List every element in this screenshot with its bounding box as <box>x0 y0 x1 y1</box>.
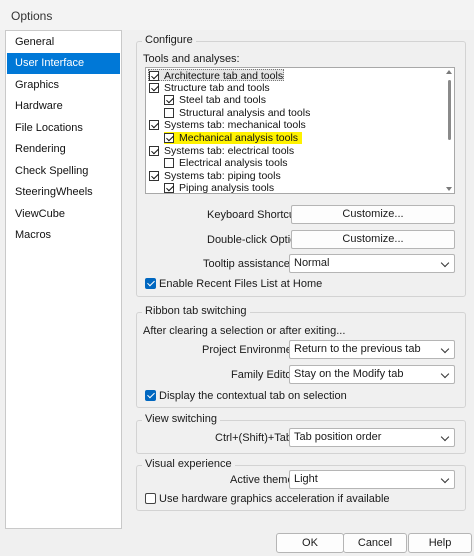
family-editor-dropdown[interactable]: Stay on the Modify tab <box>289 365 455 384</box>
ribbon-subtitle: After clearing a selection or after exit… <box>143 325 346 337</box>
contextual-tab-checkbox[interactable] <box>145 390 156 401</box>
tree-item-structure[interactable]: Structure tab and tools <box>149 82 270 94</box>
checkbox-icon[interactable] <box>164 183 174 193</box>
sidebar-item-steeringwheels[interactable]: SteeringWheels <box>7 182 120 203</box>
tree-item-architecture[interactable]: Architecture tab and tools <box>148 69 285 82</box>
ok-button[interactable]: OK <box>276 533 344 553</box>
tree-item-systems-mechanical[interactable]: Systems tab: mechanical tools <box>149 119 306 131</box>
ctrl-tab-value: Tab position order <box>294 431 382 443</box>
checkbox-icon[interactable] <box>149 71 159 82</box>
tooltip-assistance-value: Normal <box>294 257 330 269</box>
double-click-customize-button[interactable]: Customize... <box>291 230 455 249</box>
recent-files-label: Enable Recent Files List at Home <box>159 278 323 290</box>
help-button[interactable]: Help <box>408 533 472 553</box>
keyboard-shortcuts-customize-button[interactable]: Customize... <box>291 205 455 224</box>
tree-item-label: Structure tab and tools <box>164 82 270 94</box>
active-theme-label: Active theme: <box>230 474 297 486</box>
checkbox-icon[interactable] <box>164 133 174 144</box>
sidebar-item-hardware[interactable]: Hardware <box>7 96 120 117</box>
tree-item-steel[interactable]: Steel tab and tools <box>164 94 266 106</box>
ctrl-tab-label: Ctrl+(Shift)+Tab: <box>215 432 296 444</box>
tree-item-label: Piping analysis tools <box>179 182 275 194</box>
view-switching-title: View switching <box>142 413 220 425</box>
scroll-down-icon[interactable] <box>446 187 452 191</box>
sidebar-item-check-spelling[interactable]: Check Spelling <box>7 161 120 182</box>
options-sidebar: General User Interface Graphics Hardware… <box>5 30 122 529</box>
contextual-tab-checkbox-row[interactable]: Display the contextual tab on selection <box>145 389 347 403</box>
hw-accel-checkbox[interactable] <box>145 493 156 504</box>
checkbox-icon[interactable] <box>164 108 174 119</box>
checkbox-icon[interactable] <box>149 120 159 131</box>
tree-item-label: Systems tab: mechanical tools <box>164 119 306 131</box>
sidebar-item-user-interface[interactable]: User Interface <box>7 53 120 74</box>
active-theme-value: Light <box>294 473 318 485</box>
chevron-down-icon <box>440 474 450 484</box>
sidebar-item-rendering[interactable]: Rendering <box>7 139 120 160</box>
recent-files-checkbox[interactable] <box>145 278 156 289</box>
chevron-down-icon <box>440 258 450 268</box>
tree-item-label: Architecture tab and tools <box>164 70 284 82</box>
sidebar-item-viewcube[interactable]: ViewCube <box>7 204 120 225</box>
recent-files-checkbox-row[interactable]: Enable Recent Files List at Home <box>145 277 322 291</box>
contextual-tab-label: Display the contextual tab on selection <box>159 390 347 402</box>
project-environment-dropdown[interactable]: Return to the previous tab <box>289 340 455 359</box>
project-environment-value: Return to the previous tab <box>294 343 421 355</box>
tree-item-label: Structural analysis and tools <box>179 107 311 119</box>
ctrl-tab-dropdown[interactable]: Tab position order <box>289 428 455 447</box>
visual-experience-title: Visual experience <box>142 458 235 470</box>
sidebar-item-general[interactable]: General <box>7 32 120 53</box>
chevron-down-icon <box>440 344 450 354</box>
configure-group-title: Configure <box>142 34 196 46</box>
tooltip-assistance-label: Tooltip assistance: <box>203 258 293 270</box>
active-theme-dropdown[interactable]: Light <box>289 470 455 489</box>
tooltip-assistance-dropdown[interactable]: Normal <box>289 254 455 273</box>
window-title: Options <box>11 9 53 23</box>
family-editor-value: Stay on the Modify tab <box>294 368 404 380</box>
checkbox-icon[interactable] <box>164 95 174 106</box>
tree-item-label: Steel tab and tools <box>179 94 266 106</box>
tree-item-label: Mechanical analysis tools <box>179 132 299 144</box>
hw-accel-checkbox-row[interactable]: Use hardware graphics acceleration if av… <box>145 492 390 506</box>
tree-item-label: Electrical analysis tools <box>179 157 288 169</box>
chevron-down-icon <box>440 432 450 442</box>
tree-item-piping-analysis[interactable]: Piping analysis tools <box>164 182 275 194</box>
tree-item-label: Systems tab: piping tools <box>164 170 281 182</box>
chevron-down-icon <box>440 369 450 379</box>
cancel-button[interactable]: Cancel <box>343 533 407 553</box>
checkbox-icon[interactable] <box>149 83 159 94</box>
tree-item-electrical-analysis[interactable]: Electrical analysis tools <box>164 157 288 169</box>
scroll-up-icon[interactable] <box>446 70 452 74</box>
checkbox-icon[interactable] <box>149 146 159 157</box>
tree-item-structural-analysis[interactable]: Structural analysis and tools <box>164 107 310 119</box>
checkbox-icon[interactable] <box>149 171 159 182</box>
tree-item-label: Systems tab: electrical tools <box>164 145 295 157</box>
title-bar: Options <box>0 0 474 30</box>
hw-accel-label: Use hardware graphics acceleration if av… <box>159 493 390 505</box>
tree-item-systems-electrical[interactable]: Systems tab: electrical tools <box>149 145 294 157</box>
scrollbar-thumb[interactable] <box>448 80 451 140</box>
sidebar-item-macros[interactable]: Macros <box>7 225 120 246</box>
sidebar-item-graphics[interactable]: Graphics <box>7 75 120 96</box>
sidebar-item-file-locations[interactable]: File Locations <box>7 118 120 139</box>
tree-scrollbar[interactable] <box>446 70 453 191</box>
tools-analyses-label: Tools and analyses: <box>143 53 240 65</box>
checkbox-icon[interactable] <box>164 158 174 169</box>
tree-item-mechanical-analysis[interactable]: Mechanical analysis tools <box>164 132 303 144</box>
tools-tree[interactable]: Architecture tab and tools Structure tab… <box>145 67 455 194</box>
ribbon-switching-title: Ribbon tab switching <box>142 305 250 317</box>
tree-item-systems-piping[interactable]: Systems tab: piping tools <box>149 170 281 182</box>
